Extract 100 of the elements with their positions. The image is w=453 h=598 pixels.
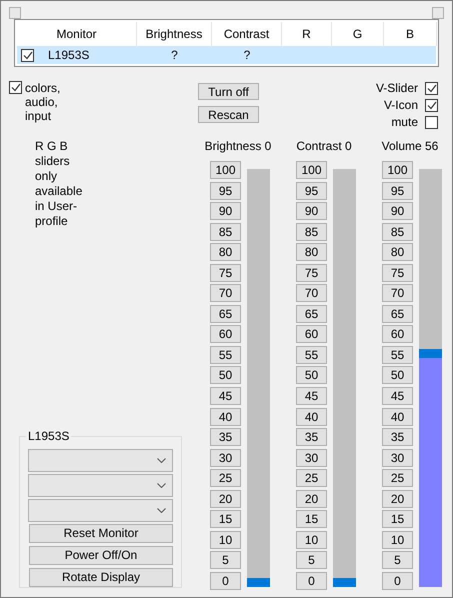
- step-button[interactable]: 65: [296, 304, 327, 323]
- info-text: R G B sliders only available in User-profile: [35, 139, 84, 229]
- dropdown[interactable]: [28, 474, 173, 497]
- step-button[interactable]: 75: [210, 264, 241, 282]
- step-button[interactable]: 75: [296, 264, 327, 282]
- step-button[interactable]: 0: [210, 572, 241, 590]
- step-button[interactable]: 100: [210, 161, 241, 179]
- step-button[interactable]: 35: [382, 428, 413, 446]
- step-button[interactable]: 85: [296, 222, 327, 241]
- step-button[interactable]: 5: [296, 551, 327, 570]
- group-title: L1953S: [26, 428, 72, 443]
- monitor-button[interactable]: Power Off/On: [29, 546, 173, 565]
- step-button[interactable]: 0: [382, 572, 413, 590]
- step-button[interactable]: 60: [296, 325, 327, 344]
- checkbox[interactable]: [425, 82, 438, 94]
- step-button[interactable]: 30: [296, 448, 327, 467]
- dropdown[interactable]: [28, 448, 173, 472]
- step-button[interactable]: 65: [210, 304, 241, 323]
- step-button[interactable]: 5: [210, 551, 241, 570]
- monitor-button[interactable]: Reset Monitor: [29, 524, 173, 543]
- checkbox-label: V-Icon: [384, 98, 418, 112]
- slider-label: Volume 56: [380, 139, 440, 155]
- step-button[interactable]: 30: [382, 448, 413, 467]
- step-button[interactable]: 80: [210, 243, 241, 262]
- slider-thumb[interactable]: [419, 348, 442, 358]
- checkbox-label: mute: [391, 115, 418, 129]
- step-button[interactable]: 10: [296, 530, 327, 549]
- step-button[interactable]: 55: [382, 346, 413, 364]
- step-button[interactable]: 45: [296, 387, 327, 406]
- checkbox[interactable]: [21, 48, 34, 62]
- step-button[interactable]: 30: [210, 448, 241, 467]
- step-button[interactable]: 15: [296, 510, 327, 528]
- step-button[interactable]: 95: [210, 182, 241, 200]
- table-row[interactable]: L1953S ? ?: [17, 46, 436, 64]
- step-button[interactable]: 25: [296, 469, 327, 488]
- step-button[interactable]: 25: [382, 469, 413, 488]
- slider-label: Brightness 0: [204, 139, 272, 155]
- step-button[interactable]: 40: [210, 408, 241, 426]
- step-button[interactable]: 55: [296, 346, 327, 364]
- step-button[interactable]: 70: [296, 284, 327, 302]
- step-button[interactable]: 10: [382, 530, 413, 549]
- step-button[interactable]: 40: [382, 408, 413, 426]
- table-cell: ?: [171, 48, 178, 62]
- dropdown[interactable]: [28, 498, 173, 522]
- step-button[interactable]: 10: [210, 530, 241, 549]
- step-button[interactable]: 40: [296, 408, 327, 426]
- slider-track[interactable]: [247, 169, 270, 587]
- step-button[interactable]: 85: [382, 222, 413, 241]
- step-button[interactable]: 25: [210, 469, 241, 488]
- step-button[interactable]: 50: [296, 366, 327, 384]
- step-button[interactable]: 60: [382, 325, 413, 344]
- slider-label: Contrast 0: [295, 139, 353, 155]
- slider-thumb[interactable]: [247, 578, 270, 587]
- action-button[interactable]: Turn off: [198, 83, 259, 100]
- step-button[interactable]: 85: [210, 222, 241, 241]
- step-button[interactable]: 80: [296, 243, 327, 262]
- monitor-button[interactable]: Rotate Display: [29, 568, 173, 587]
- table-cell: ?: [244, 48, 250, 62]
- step-button[interactable]: 35: [296, 428, 327, 446]
- checkbox[interactable]: [425, 116, 438, 128]
- table-cell: L1953S: [48, 48, 90, 62]
- chevron-down-icon: [157, 458, 166, 463]
- step-button[interactable]: 20: [210, 490, 241, 508]
- slider-thumb[interactable]: [333, 578, 356, 587]
- window-square-icon[interactable]: [9, 7, 21, 19]
- action-button[interactable]: Rescan: [198, 106, 259, 123]
- step-button[interactable]: 15: [210, 510, 241, 528]
- step-button[interactable]: 60: [210, 325, 241, 344]
- slider-track[interactable]: [333, 169, 356, 587]
- step-button[interactable]: 50: [382, 366, 413, 384]
- step-button[interactable]: 45: [210, 387, 241, 406]
- step-button[interactable]: 50: [210, 366, 241, 384]
- step-button[interactable]: 70: [210, 284, 241, 302]
- checkbox-label: V-Slider: [376, 81, 418, 95]
- checkbox[interactable]: [425, 98, 438, 112]
- step-button[interactable]: 80: [382, 243, 413, 262]
- step-button[interactable]: 70: [382, 284, 413, 302]
- step-button[interactable]: 35: [210, 428, 241, 446]
- step-button[interactable]: 5: [382, 551, 413, 570]
- step-button[interactable]: 100: [382, 161, 413, 179]
- step-button[interactable]: 90: [296, 202, 327, 220]
- step-button[interactable]: 75: [382, 264, 413, 282]
- step-button[interactable]: 90: [210, 202, 241, 220]
- step-button[interactable]: 95: [382, 182, 413, 200]
- step-button[interactable]: 90: [382, 202, 413, 220]
- checkbox-label: colors, audio, input: [25, 81, 62, 123]
- chevron-down-icon: [157, 482, 166, 488]
- slider-track[interactable]: [419, 169, 442, 587]
- step-button[interactable]: 20: [296, 490, 327, 508]
- step-button[interactable]: 0: [296, 572, 327, 590]
- step-button[interactable]: 95: [296, 182, 327, 200]
- step-button[interactable]: 55: [210, 346, 241, 364]
- step-button[interactable]: 20: [382, 490, 413, 508]
- checkbox[interactable]: [9, 81, 22, 94]
- step-button[interactable]: 45: [382, 387, 413, 406]
- chevron-down-icon: [157, 508, 166, 513]
- step-button[interactable]: 100: [296, 161, 327, 179]
- window-square-icon[interactable]: [432, 7, 444, 19]
- step-button[interactable]: 65: [382, 304, 413, 323]
- step-button[interactable]: 15: [382, 510, 413, 528]
